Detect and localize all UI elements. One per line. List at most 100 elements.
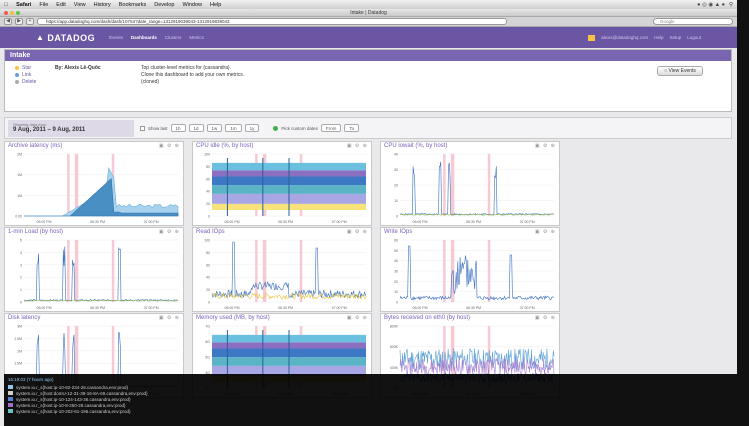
graph-canvas[interactable]: 5 4 3 2 1 0 06:00 PM 06:30 PM 07:00 PM bbox=[6, 238, 182, 312]
x-tick-label: 06:30 PM bbox=[278, 220, 293, 224]
y-tick-label: 100 bbox=[204, 153, 210, 157]
series-line bbox=[399, 161, 555, 216]
nav-events[interactable]: Events bbox=[109, 35, 123, 40]
right-edge bbox=[737, 0, 749, 426]
y-tick-label: 40 bbox=[206, 190, 210, 194]
nav-help[interactable]: Help bbox=[654, 35, 663, 40]
graph-title-text: Bytes received on eth0 (by host) bbox=[384, 315, 471, 321]
dashboard-title: Intake bbox=[5, 50, 731, 61]
graph-title: Bytes received on eth0 (by host) ▣ ⚙ ⊕ bbox=[381, 314, 559, 324]
y-tick-label: 20 bbox=[206, 202, 210, 206]
graph-panel[interactable]: CPU idle (%, by host) ▣ ⚙ ⊕ 100 80 60 40 20 0 06… bbox=[192, 141, 372, 226]
graph-tools-icon[interactable]: ▣ ⚙ ⊕ bbox=[159, 143, 180, 151]
y-tick-label: 0 bbox=[208, 301, 210, 305]
show-last-checkbox[interactable] bbox=[140, 125, 145, 131]
graph-title: Read IOps ▣ ⚙ ⊕ bbox=[193, 228, 371, 238]
menu-view[interactable]: View bbox=[74, 2, 86, 8]
search-icon[interactable]: ⚲ bbox=[729, 2, 733, 8]
menu-window[interactable]: Window bbox=[182, 2, 202, 8]
graph-title: CPU idle (%, by host) ▣ ⚙ ⊕ bbox=[193, 142, 371, 152]
graph-title-text: Disk latency bbox=[8, 315, 41, 321]
add-bookmark-icon[interactable]: + bbox=[26, 18, 34, 25]
action-delete[interactable]: Delete bbox=[15, 78, 721, 85]
legend-label: system.io.r_s{host:ip-10-124-143-36.cass… bbox=[16, 396, 131, 402]
datadog-logo[interactable]: ▲ DATADOG bbox=[36, 33, 95, 43]
window-controls bbox=[4, 11, 20, 15]
avatar bbox=[588, 34, 596, 41]
graph-panel[interactable]: Write IOps ▣ ⚙ ⊕ 60 50 40 30 20 10 0 06:00 PM 06:3… bbox=[380, 227, 560, 312]
graph-canvas[interactable]: 100 80 60 40 20 0 06:00 PM 06:30 PM 07:00 PM bbox=[194, 238, 370, 312]
graph-canvas[interactable]: 100 80 60 40 20 0 06:00 PM 06:30 PM 07:00 PM bbox=[194, 152, 370, 226]
address-bar[interactable]: https://app.datadoghq.com/dash/dash/1075… bbox=[37, 18, 507, 25]
graph-tools-icon[interactable]: ▣ ⚙ ⊕ bbox=[347, 143, 368, 151]
graph-tools-icon[interactable]: ▣ ⚙ ⊕ bbox=[347, 315, 368, 323]
graph-tools-icon[interactable]: ▣ ⚙ ⊕ bbox=[535, 315, 556, 323]
graph-panel[interactable]: CPU iowait (%, by host) ▣ ⚙ ⊕ 40 30 20 10 0 06:… bbox=[380, 141, 560, 226]
view-events-button[interactable]: ○ View Events bbox=[657, 66, 703, 76]
range-1y-button[interactable]: 1y bbox=[244, 124, 260, 132]
menu-bookmarks[interactable]: Bookmarks bbox=[119, 2, 147, 8]
event-marker bbox=[111, 240, 115, 302]
dashboard-author: By: Alexis Lê-Quôc bbox=[55, 65, 101, 71]
y-tick-label: 20 bbox=[206, 288, 210, 292]
graph-canvas[interactable]: 2M 1M 1M 0.00 06:00 PM 06:30 PM 07:00 PM bbox=[6, 152, 182, 226]
y-tick-label: 4 bbox=[20, 251, 22, 255]
minimize-icon[interactable] bbox=[10, 11, 14, 15]
search-field[interactable]: Google bbox=[653, 18, 733, 25]
browser-toolbar: ◀ ▶ + https://app.datadoghq.com/dash/das… bbox=[0, 17, 737, 27]
graph-canvas[interactable]: 60 50 40 30 20 10 0 06:00 PM 06:30 PM 07:00 PM bbox=[382, 238, 558, 312]
pick-dates-radio[interactable] bbox=[273, 125, 279, 131]
legend-swatch bbox=[8, 409, 13, 413]
date-range-value: 9 Aug, 2011 – 9 Aug, 2011 bbox=[13, 127, 86, 133]
y-tick-label: 3M bbox=[17, 325, 22, 329]
action-star[interactable]: Star bbox=[15, 64, 721, 71]
y-tick-label: 60 bbox=[206, 177, 210, 181]
menu-file[interactable]: File bbox=[39, 2, 48, 8]
back-icon[interactable]: ◀ bbox=[4, 18, 12, 25]
nav-setup[interactable]: Setup bbox=[669, 35, 681, 40]
menu-edit[interactable]: Edit bbox=[56, 2, 65, 8]
status-tray: ● ◎ ◉ ▲ ● ⚲ bbox=[697, 2, 733, 8]
nav-dashboards[interactable]: Dashboards bbox=[131, 35, 157, 40]
action-label: Link bbox=[22, 71, 32, 78]
status-icons[interactable]: ● ◎ ◉ ▲ ● bbox=[697, 2, 725, 8]
menu-history[interactable]: History bbox=[94, 2, 111, 8]
nav-clusters[interactable]: Clusters bbox=[165, 35, 182, 40]
y-tick-label: 50 bbox=[394, 249, 398, 253]
graph-panel[interactable]: Read IOps ▣ ⚙ ⊕ 100 80 60 40 20 0 06:00 PM 06:30 … bbox=[192, 227, 372, 312]
range-1w-button[interactable]: 1w bbox=[206, 124, 223, 132]
nav-logout[interactable]: Logout bbox=[687, 35, 701, 40]
range-1d-button[interactable]: 1d bbox=[188, 124, 204, 132]
graph-panel[interactable]: Archive latency (ms) ▣ ⚙ ⊕ 2M 1M 1M 0.00 06:00… bbox=[4, 141, 184, 226]
forward-icon[interactable]: ▶ bbox=[15, 18, 23, 25]
nav-user[interactable]: alexis@datadoghq.com bbox=[601, 35, 648, 40]
graph-tools-icon[interactable]: ▣ ⚙ ⊕ bbox=[535, 143, 556, 151]
graph-canvas[interactable]: 40 30 20 10 0 06:00 PM 06:30 PM 07:00 PM bbox=[382, 152, 558, 226]
action-link[interactable]: Link bbox=[15, 71, 721, 78]
from-field[interactable]: From bbox=[320, 124, 342, 132]
range-1m-button[interactable]: 1m bbox=[225, 124, 242, 132]
zoom-icon[interactable] bbox=[16, 11, 20, 15]
close-icon[interactable] bbox=[4, 11, 8, 15]
apple-icon[interactable]:  bbox=[4, 2, 8, 8]
to-field[interactable]: To bbox=[344, 124, 360, 132]
x-tick-label: 07:00 PM bbox=[332, 220, 347, 224]
y-tick-label: 2M bbox=[17, 153, 22, 157]
y-tick-label: 1 bbox=[20, 288, 22, 292]
y-tick-label: 1M bbox=[17, 173, 22, 177]
menu-app[interactable]: Safari bbox=[16, 2, 31, 8]
graph-tools-icon[interactable]: ▣ ⚙ ⊕ bbox=[159, 229, 180, 237]
x-tick-label: 06:30 PM bbox=[466, 220, 481, 224]
dashboard-meta: Star Link Delete By: Alexis Lê-Quôc Top … bbox=[5, 61, 731, 88]
menu-develop[interactable]: Develop bbox=[154, 2, 174, 8]
datadog-navbar: ▲ DATADOG Events Dashboards Clusters Metr… bbox=[0, 27, 737, 48]
graph-tools-icon[interactable]: ▣ ⚙ ⊕ bbox=[159, 315, 180, 323]
graph-tools-icon[interactable]: ▣ ⚙ ⊕ bbox=[535, 229, 556, 237]
nav-metrics[interactable]: Metrics bbox=[189, 35, 204, 40]
range-1h-button[interactable]: 1h bbox=[170, 124, 186, 132]
y-tick-label: 1.5M bbox=[14, 362, 22, 366]
graph-tools-icon[interactable]: ▣ ⚙ ⊕ bbox=[347, 229, 368, 237]
graph-panel[interactable]: 1-min Load (by host) ▣ ⚙ ⊕ 5 4 3 2 1 0 06:00 PM 0… bbox=[4, 227, 184, 312]
y-tick-label: 20 bbox=[394, 184, 398, 188]
menu-help[interactable]: Help bbox=[210, 2, 221, 8]
